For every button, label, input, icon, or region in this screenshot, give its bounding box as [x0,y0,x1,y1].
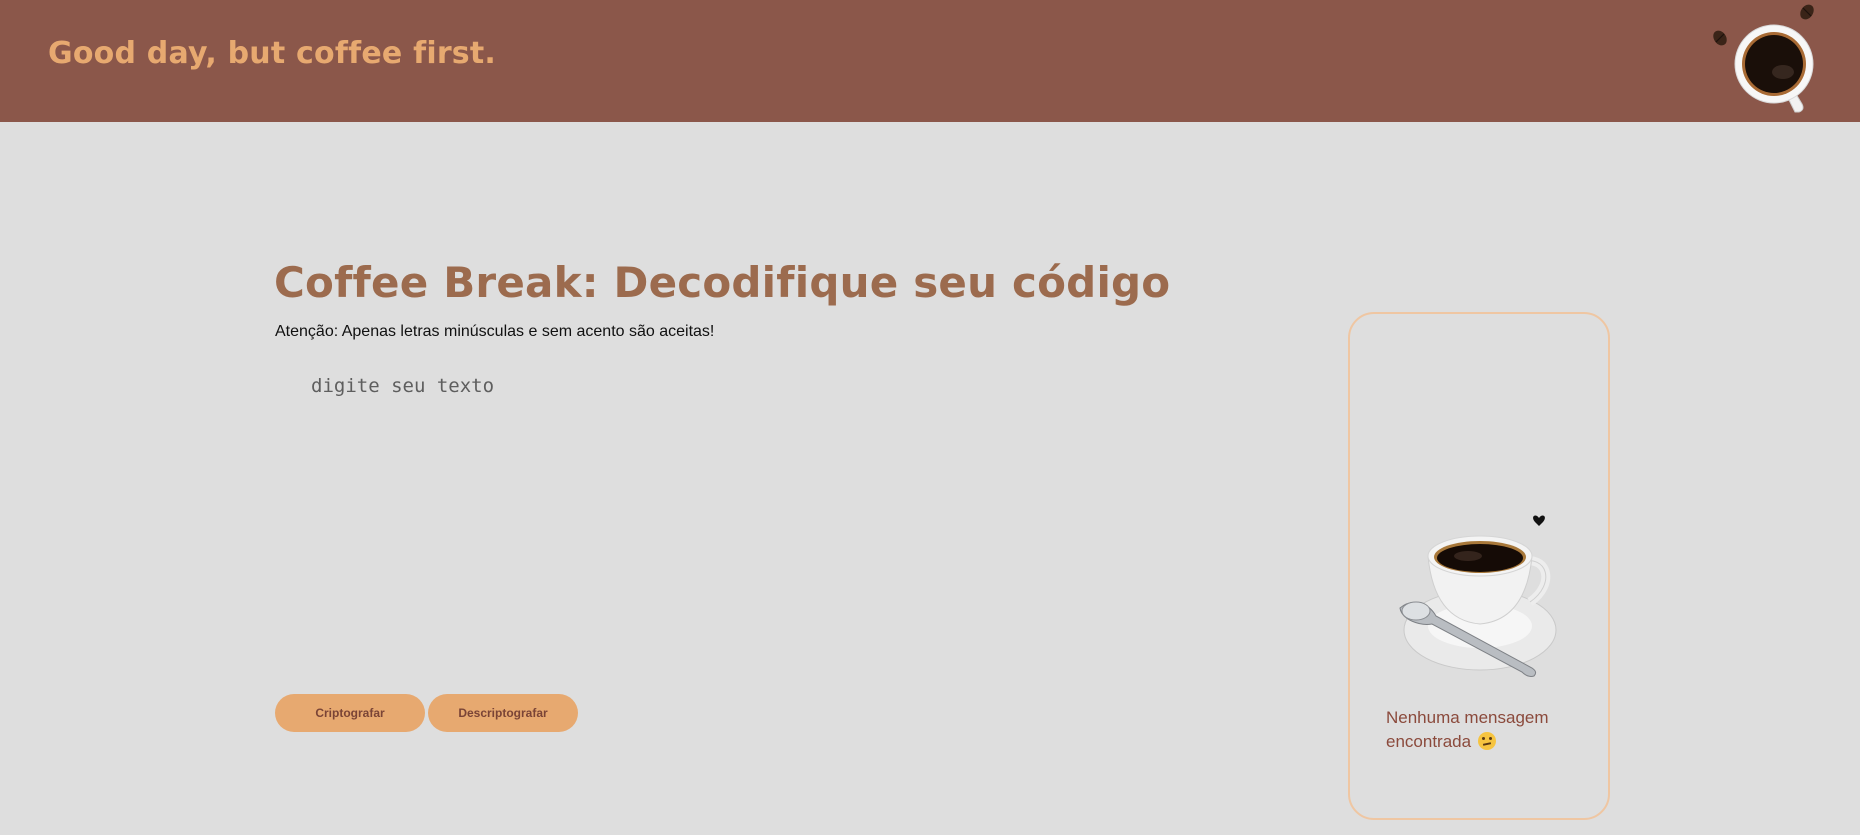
result-panel: Nenhuma mensagem encontrada [1348,312,1610,820]
message-input[interactable] [275,365,1275,665]
empty-result-message: Nenhuma mensagem encontrada [1386,706,1596,754]
header: Good day, but coffee first. [0,0,1860,122]
coffee-cup-top-view-icon [1713,4,1814,113]
confused-face-icon [1477,732,1496,750]
input-warning: Atenção: Apenas letras minúsculas e sem … [275,323,715,340]
decrypt-button[interactable]: Descriptografar [428,694,578,732]
empty-message-text: Nenhuma mensagem encontrada [1386,708,1549,751]
encrypt-button[interactable]: Criptografar [275,694,425,732]
coffee-cup-with-saucer-icon [1399,515,1557,677]
page-title: Coffee Break: Decodifique seu código [274,258,1171,307]
header-title: Good day, but coffee first. [48,36,497,71]
